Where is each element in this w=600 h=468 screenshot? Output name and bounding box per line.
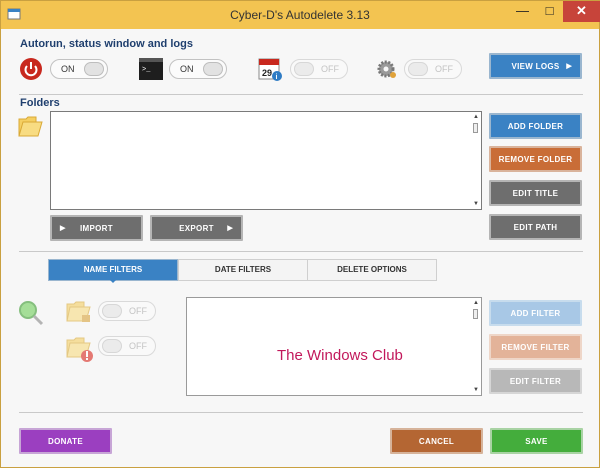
- toggle-knob: [294, 62, 314, 76]
- scroll-down-icon[interactable]: ▼: [471, 199, 481, 209]
- toggle-state: OFF: [129, 306, 147, 316]
- edit-path-button[interactable]: EDIT PATH: [489, 214, 582, 240]
- divider: [19, 251, 583, 252]
- toggle-knob: [102, 339, 122, 353]
- minimize-button[interactable]: —: [509, 1, 536, 22]
- toggle-knob: [102, 304, 122, 318]
- folders-section-title: Folders: [20, 97, 60, 109]
- toggle-state: OFF: [321, 64, 339, 74]
- toggle-state: ON: [180, 64, 194, 74]
- watermark-text: The Windows Club: [277, 347, 403, 364]
- power-icon: [20, 58, 42, 80]
- tab-name-filters[interactable]: NAME FILTERS: [48, 259, 178, 281]
- terminal-icon: >_: [139, 58, 163, 80]
- toggle-knob: [203, 62, 223, 76]
- autorun-toggle[interactable]: ON: [50, 59, 108, 79]
- add-folder-button[interactable]: ADD FOLDER: [489, 113, 582, 139]
- scroll-down-icon[interactable]: ▼: [471, 385, 481, 395]
- divider: [19, 412, 583, 413]
- toggle-state: OFF: [129, 341, 147, 351]
- folder-icon: [18, 116, 43, 137]
- svg-text:29: 29: [262, 68, 272, 78]
- calendar-icon: 29 i: [258, 58, 282, 81]
- logs-toggle[interactable]: OFF: [290, 59, 348, 79]
- cancel-button[interactable]: CANCEL: [390, 428, 483, 454]
- view-logs-label: VIEW LOGS: [511, 62, 560, 71]
- tab-indicator-icon: [109, 279, 117, 283]
- add-filter-button[interactable]: ADD FILTER: [489, 300, 582, 326]
- tab-delete-options[interactable]: DELETE OPTIONS: [307, 259, 437, 281]
- remove-folder-button[interactable]: REMOVE FOLDER: [489, 146, 582, 172]
- filters-scrollbar[interactable]: ▲ ▼: [471, 298, 481, 395]
- toggle-knob: [84, 62, 104, 76]
- export-label: EXPORT: [179, 224, 214, 233]
- close-button[interactable]: ✕: [563, 1, 600, 22]
- export-button[interactable]: EXPORT ▶: [150, 215, 243, 241]
- svg-text:i: i: [276, 74, 278, 81]
- caret-right-icon: ▶: [566, 63, 572, 70]
- gear-icon: [377, 60, 396, 78]
- toggle-state: ON: [61, 64, 75, 74]
- settings-toggle[interactable]: OFF: [404, 59, 462, 79]
- divider: [19, 94, 583, 95]
- edit-title-button[interactable]: EDIT TITLE: [489, 180, 582, 206]
- edit-filter-button[interactable]: EDIT FILTER: [489, 368, 582, 394]
- maximize-button[interactable]: □: [536, 1, 563, 22]
- warning-folder-icon: [66, 337, 93, 362]
- view-logs-button[interactable]: VIEW LOGS ▶: [489, 53, 582, 79]
- filter-toggle-1[interactable]: OFF: [98, 301, 156, 321]
- status-window-toggle[interactable]: ON: [169, 59, 227, 79]
- scroll-thumb[interactable]: [473, 123, 478, 133]
- import-button[interactable]: ▶ IMPORT: [50, 215, 143, 241]
- caret-right-icon: ▶: [227, 225, 233, 232]
- donate-button[interactable]: DONATE: [19, 428, 112, 454]
- autorun-section-title: Autorun, status window and logs: [20, 38, 193, 50]
- svg-text:>_: >_: [142, 66, 151, 74]
- save-button[interactable]: SAVE: [490, 428, 583, 454]
- caret-right-icon: ▶: [60, 225, 66, 232]
- folders-scrollbar[interactable]: ▲ ▼: [471, 112, 481, 209]
- toggle-knob: [408, 62, 428, 76]
- filter-toggle-2[interactable]: OFF: [98, 336, 156, 356]
- title-bar[interactable]: Cyber-D's Autodelete 3.13 — □ ✕: [1, 1, 600, 29]
- toggle-state: OFF: [435, 64, 453, 74]
- scroll-up-icon[interactable]: ▲: [471, 298, 481, 308]
- tab-date-filters[interactable]: DATE FILTERS: [178, 259, 308, 281]
- app-window: Cyber-D's Autodelete 3.13 — □ ✕ Autorun,…: [0, 0, 600, 468]
- scroll-thumb[interactable]: [473, 309, 478, 319]
- remove-filter-button[interactable]: REMOVE FILTER: [489, 334, 582, 360]
- scroll-up-icon[interactable]: ▲: [471, 112, 481, 122]
- folders-list[interactable]: ▲ ▼: [50, 111, 482, 210]
- magnifier-icon: [19, 301, 44, 326]
- locked-folder-icon: [66, 301, 91, 322]
- import-label: IMPORT: [80, 224, 113, 233]
